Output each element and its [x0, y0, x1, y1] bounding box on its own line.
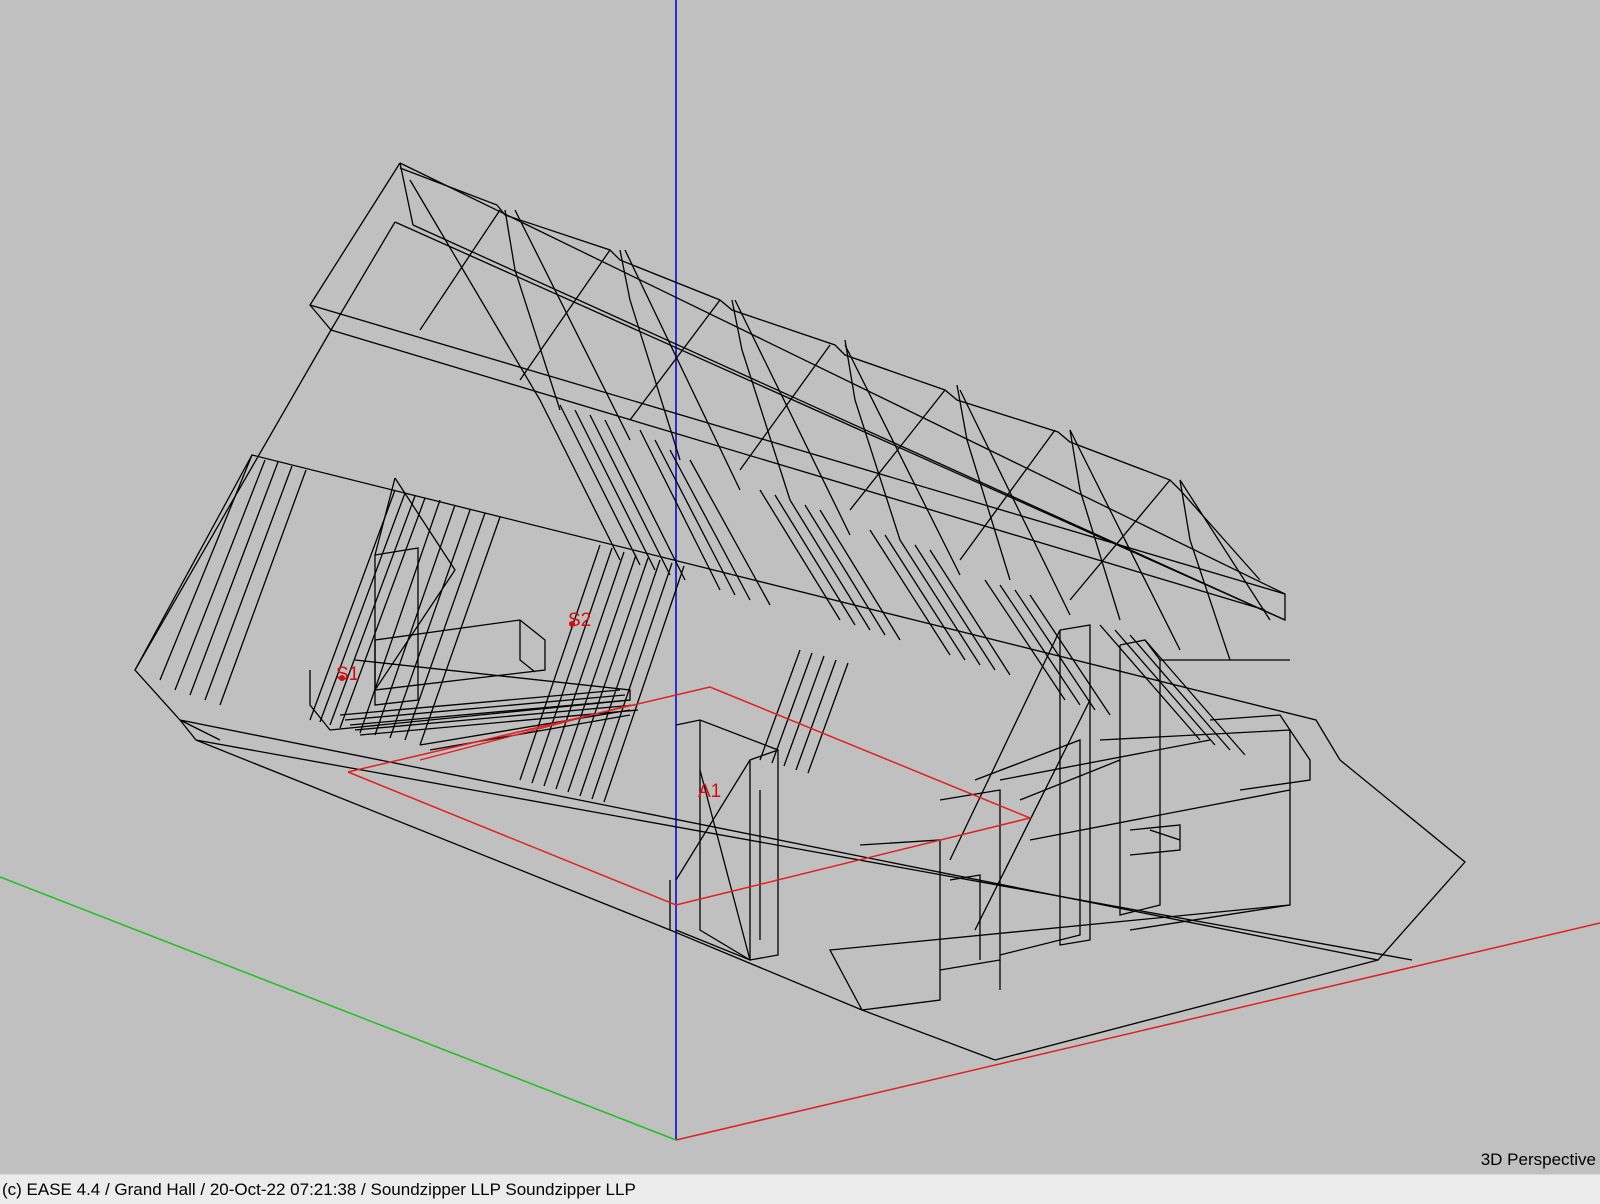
- svg-text:S1: S1: [336, 664, 359, 685]
- status-bar: (c) EASE 4.4 / Grand Hall / 20-Oct-22 07…: [0, 1174, 1600, 1204]
- source-s2-marker[interactable]: S2: [568, 610, 591, 631]
- status-text: (c) EASE 4.4 / Grand Hall / 20-Oct-22 07…: [2, 1180, 636, 1199]
- source-s1-marker[interactable]: S1: [336, 664, 359, 685]
- view-mode-label: 3D Perspective: [1480, 1150, 1596, 1169]
- svg-text:S2: S2: [568, 610, 591, 631]
- hall-wireframe: [134, 162, 1466, 1061]
- svg-text:A1: A1: [698, 781, 721, 802]
- wireframe-canvas[interactable]: S1 S2 A1: [0, 0, 1600, 1174]
- y-axis: [0, 876, 677, 1141]
- listener-a1-marker[interactable]: A1: [698, 781, 721, 802]
- x-axis: [675, 922, 1600, 1141]
- 3d-viewport[interactable]: S1 S2 A1 3D Perspective: [0, 0, 1600, 1174]
